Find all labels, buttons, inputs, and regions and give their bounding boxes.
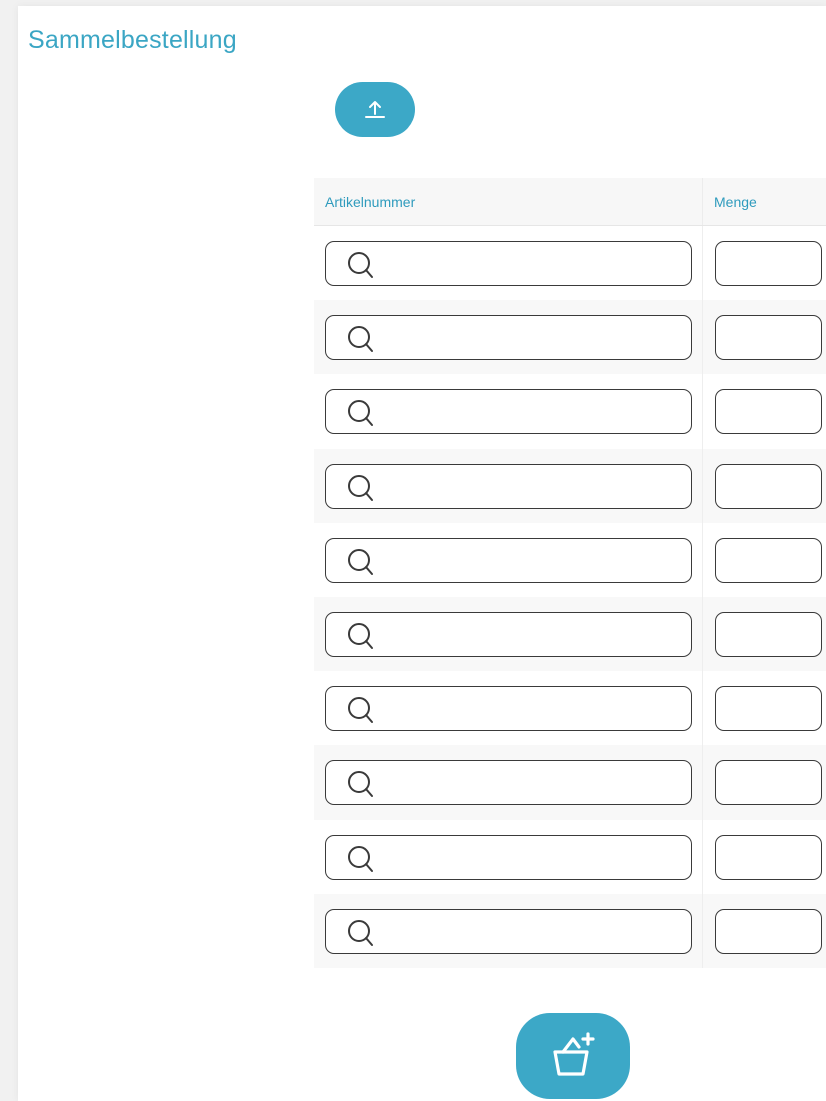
quantity-field[interactable] <box>715 315 822 361</box>
add-to-basket-button[interactable] <box>516 1013 630 1099</box>
table-row <box>314 596 826 672</box>
search-icon <box>348 919 373 946</box>
table-row <box>314 374 826 449</box>
quantity-field[interactable] <box>715 834 822 880</box>
table-row <box>314 448 826 523</box>
column-header-quantity: Menge <box>714 194 757 210</box>
column-divider <box>702 671 703 746</box>
table-header: Artikelnummer Menge <box>314 178 826 226</box>
article-number-search-field[interactable] <box>325 908 692 954</box>
search-icon <box>348 548 373 575</box>
search-icon <box>348 400 373 427</box>
table-row <box>314 522 826 597</box>
basket-add-icon <box>553 1032 595 1076</box>
search-icon <box>348 252 373 278</box>
page-title: Sammelbestellung <box>28 26 237 54</box>
quantity-field[interactable] <box>715 686 822 732</box>
column-divider <box>702 226 703 301</box>
article-number-search-field[interactable] <box>325 834 692 880</box>
article-number-search-field[interactable] <box>325 463 692 509</box>
quantity-field[interactable] <box>715 463 822 509</box>
search-icon <box>348 326 373 353</box>
article-number-search-field[interactable] <box>325 760 692 806</box>
table-body <box>314 226 826 968</box>
table-row <box>314 893 826 968</box>
column-divider <box>702 522 703 597</box>
table-row <box>314 671 826 746</box>
quantity-field[interactable] <box>715 760 822 806</box>
column-divider <box>702 374 703 449</box>
quantity-field[interactable] <box>715 537 822 583</box>
column-divider <box>702 893 703 968</box>
upload-icon <box>365 100 385 118</box>
table-row <box>314 819 826 894</box>
quantity-field[interactable] <box>715 611 822 657</box>
article-number-search-field[interactable] <box>325 389 692 435</box>
upload-button[interactable] <box>335 82 415 137</box>
search-icon <box>348 622 373 649</box>
article-number-search-field[interactable] <box>325 537 692 583</box>
table-row <box>314 300 826 375</box>
quantity-field[interactable] <box>715 908 822 954</box>
column-divider <box>702 448 703 523</box>
order-table: Artikelnummer Menge <box>314 178 826 968</box>
search-icon <box>348 845 373 872</box>
column-divider <box>702 745 703 820</box>
column-header-article-number: Artikelnummer <box>325 194 416 210</box>
article-number-search-field[interactable] <box>325 686 692 732</box>
search-icon <box>348 474 373 501</box>
quantity-field[interactable] <box>715 389 822 435</box>
column-divider <box>702 596 703 672</box>
article-number-search-field[interactable] <box>325 611 692 657</box>
column-divider <box>702 300 703 375</box>
column-divider <box>702 178 703 225</box>
search-icon <box>348 697 373 724</box>
article-number-search-field[interactable] <box>325 241 692 286</box>
search-icon <box>348 771 373 798</box>
article-number-search-field[interactable] <box>325 315 692 361</box>
column-divider <box>702 819 703 894</box>
quantity-field[interactable] <box>715 241 822 286</box>
table-row <box>314 226 826 301</box>
table-row <box>314 745 826 820</box>
